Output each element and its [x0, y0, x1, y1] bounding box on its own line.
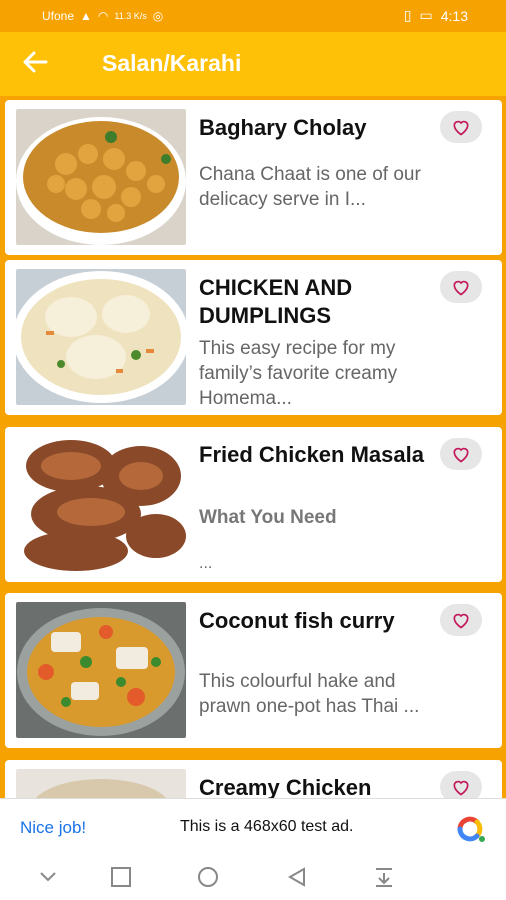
recipe-title: Coconut fish curry	[199, 608, 395, 633]
ad-nice-label: Nice job!	[20, 818, 87, 837]
recipe-image	[16, 769, 186, 798]
back-nav-icon[interactable]	[286, 866, 308, 893]
favorite-button[interactable]	[440, 604, 482, 636]
system-nav-bar	[0, 854, 506, 900]
ad-banner[interactable]: Nice job! This is a 468x60 test ad.	[0, 798, 506, 855]
recipe-title: Baghary Cholay	[199, 115, 367, 140]
speed-label: 11.3 K/s	[114, 11, 147, 21]
favorite-button[interactable]	[440, 771, 482, 798]
heart-icon	[453, 780, 469, 796]
recipe-card[interactable]: Creamy Chicken	[5, 760, 502, 798]
nav-down-icon[interactable]	[38, 866, 58, 891]
recipe-list[interactable]: Baghary Cholay Chana Chaat is one of our…	[0, 96, 506, 798]
recipe-image	[16, 109, 186, 245]
sync-icon: ◎	[152, 9, 164, 23]
recipe-title: Creamy Chicken	[199, 775, 372, 798]
favorite-button[interactable]	[440, 271, 482, 303]
heart-icon	[453, 120, 469, 136]
recipe-card[interactable]: Fried Chicken Masala What You Need ...	[5, 427, 502, 582]
app-bar: Salan/Karahi	[0, 32, 506, 96]
favorite-button[interactable]	[440, 438, 482, 470]
recent-apps-icon[interactable]	[110, 866, 132, 893]
recipe-title: Fried Chicken Masala	[199, 442, 424, 467]
recipe-card[interactable]: CHICKEN AND DUMPLINGS This easy recipe f…	[5, 260, 502, 415]
recipe-card[interactable]: Baghary Cholay Chana Chaat is one of our…	[5, 100, 502, 255]
signal-icon: ▲	[80, 9, 92, 23]
heart-icon	[453, 613, 469, 629]
wifi-icon: ◠	[97, 9, 109, 23]
recipe-description-ellipsis: ...	[199, 555, 213, 572]
page-title: Salan/Karahi	[102, 50, 242, 76]
ad-logo-icon	[452, 809, 488, 850]
recipe-title: CHICKEN AND DUMPLINGS	[199, 275, 353, 328]
recipe-description: This colourful hake and prawn one-pot ha…	[199, 671, 420, 717]
heart-icon	[453, 280, 469, 296]
vibrate-icon: ▯	[403, 7, 412, 23]
clock: 4:13	[440, 7, 468, 24]
carrier-label: Ufone	[42, 9, 75, 23]
recipe-card[interactable]: Coconut fish curry This colourful hake a…	[5, 593, 502, 748]
recipe-description: This easy recipe for my family’s favorit…	[199, 338, 398, 409]
status-bar: Ufone ▲ ◠ 11.3 K/s ◎ ▯ ▭ 4:13	[0, 0, 506, 32]
recipe-image	[16, 269, 186, 405]
recipe-description: What You Need	[199, 507, 337, 528]
recipe-image	[16, 436, 186, 572]
notification-pull-icon[interactable]	[372, 866, 396, 893]
back-arrow-icon[interactable]	[22, 50, 56, 78]
home-icon[interactable]	[196, 866, 220, 893]
ad-text: This is a 468x60 test ad.	[180, 818, 354, 835]
battery-icon: ▭	[419, 7, 433, 23]
recipe-image	[16, 602, 186, 738]
heart-icon	[453, 447, 469, 463]
favorite-button[interactable]	[440, 111, 482, 143]
recipe-description: Chana Chaat is one of our delicacy serve…	[199, 164, 421, 210]
